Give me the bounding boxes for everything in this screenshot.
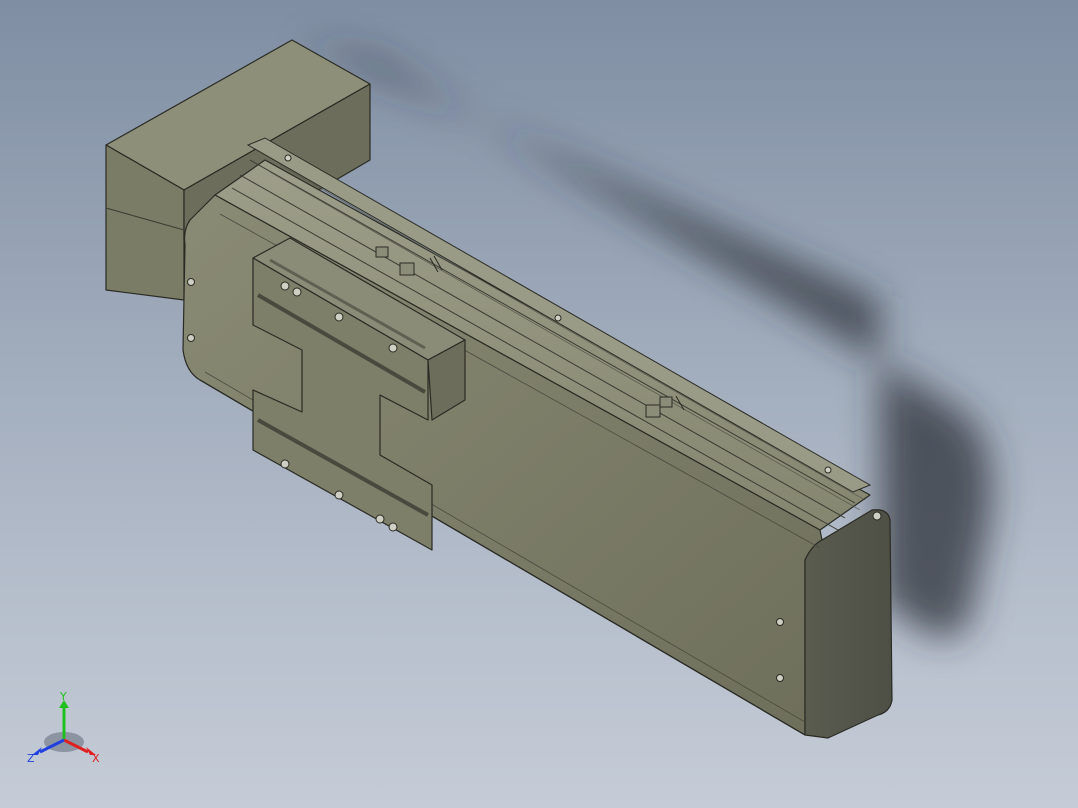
coordinate-triad[interactable]: Y X Z [24, 692, 108, 768]
body-end-cap [804, 509, 893, 739]
x-axis-label: X [92, 752, 100, 765]
z-axis-label: Z [27, 752, 35, 765]
y-axis-label: Y [59, 692, 67, 703]
linear-actuator-model[interactable] [0, 0, 1078, 808]
3d-viewport[interactable]: Y X Z [0, 0, 1078, 808]
